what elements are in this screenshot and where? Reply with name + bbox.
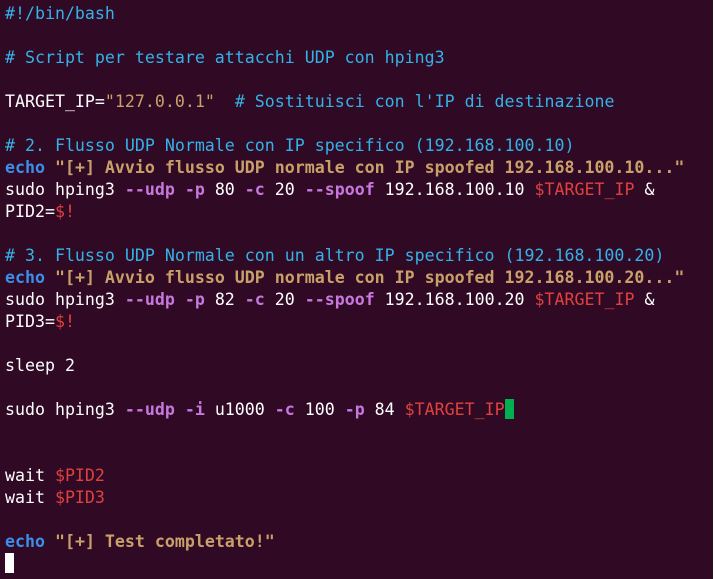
- text-cursor: [504, 399, 514, 419]
- code-token-plain: 84: [364, 400, 405, 419]
- code-token-plain: PID2: [5, 202, 45, 221]
- code-token-var: $TARGET_IP: [534, 180, 635, 199]
- code-token-comment: #!/bin/bash: [5, 4, 115, 23]
- code-line[interactable]: sudo hping3 --udp -p 80 -c 20 --spoof 19…: [5, 179, 684, 201]
- code-line[interactable]: [5, 509, 684, 531]
- code-token-plain: 100: [294, 400, 345, 419]
- code-token-option: -i: [184, 400, 205, 419]
- code-token-option: -p: [184, 290, 205, 309]
- code-token-keyword: echo: [5, 268, 45, 287]
- code-line[interactable]: sleep 2: [5, 355, 684, 377]
- code-token-option: -p: [184, 180, 205, 199]
- code-token-plain: 82: [204, 290, 245, 309]
- code-lines: #!/bin/bash # Script per testare attacchi…: [5, 3, 684, 575]
- code-line[interactable]: PID3=$!: [5, 311, 684, 333]
- code-token-option: --udp: [124, 290, 175, 309]
- code-line[interactable]: echo "[+] Test completato!": [5, 531, 684, 553]
- code-line[interactable]: wait $PID3: [5, 487, 684, 509]
- code-line[interactable]: wait $PID2: [5, 465, 684, 487]
- code-token-string: "127.0.0.1": [104, 92, 215, 111]
- code-token-plain: 80: [204, 180, 245, 199]
- code-token-option: -p: [344, 400, 365, 419]
- code-token-plain: sudo hping3: [5, 290, 125, 309]
- code-token-keyword: echo: [5, 158, 45, 177]
- code-token-option: --spoof: [304, 290, 375, 309]
- code-token-option: --udp: [124, 400, 175, 419]
- code-token-option: --udp: [124, 180, 175, 199]
- code-token-plain: =: [44, 202, 55, 221]
- code-line[interactable]: [5, 113, 684, 135]
- code-token-plain: TARGET_IP: [5, 92, 95, 111]
- code-line[interactable]: [5, 25, 684, 47]
- code-token-var: $TARGET_IP: [534, 290, 635, 309]
- code-line[interactable]: [5, 333, 684, 355]
- code-token-comment: # 3. Flusso UDP Normale con un altro IP …: [5, 246, 665, 265]
- code-token-plain: sudo hping3: [5, 180, 125, 199]
- code-line[interactable]: # Script per testare attacchi UDP con hp…: [5, 47, 684, 69]
- code-token-option: -c: [274, 400, 295, 419]
- code-token-comment: # Script per testare attacchi UDP con hp…: [5, 48, 445, 67]
- code-token-var: $!: [54, 312, 75, 331]
- code-token-option: --spoof: [304, 180, 375, 199]
- code-token-comment: # 2. Flusso UDP Normale con IP specifico…: [5, 136, 575, 155]
- code-token-var: $TARGET_I: [404, 400, 495, 419]
- code-line[interactable]: # 3. Flusso UDP Normale con un altro IP …: [5, 245, 684, 267]
- code-token-plain: 192.168.100.10: [374, 180, 535, 199]
- code-line[interactable]: TARGET_IP="127.0.0.1" # Sostituisci con …: [5, 91, 684, 113]
- code-line[interactable]: echo "[+] Avvio flusso UDP normale con I…: [5, 157, 684, 179]
- code-line[interactable]: # 2. Flusso UDP Normale con IP specifico…: [5, 135, 684, 157]
- code-line[interactable]: echo "[+] Avvio flusso UDP normale con I…: [5, 267, 684, 289]
- code-token-var: P: [494, 400, 505, 419]
- code-token-plain: sudo hping3: [5, 400, 125, 419]
- text-cursor: [5, 553, 14, 573]
- code-token-plain: PID3: [5, 312, 45, 331]
- code-token-plain: u1000: [204, 400, 275, 419]
- code-token-comment: # Sostituisci con l'IP di destinazione: [234, 92, 615, 111]
- code-line[interactable]: [5, 443, 684, 465]
- code-token-plain: sleep 2: [5, 356, 75, 375]
- code-token-plain: wait: [5, 466, 55, 485]
- code-token-operator: &: [644, 290, 655, 309]
- code-token-plain: 192.168.100.20: [374, 290, 535, 309]
- code-line[interactable]: PID2=$!: [5, 201, 684, 223]
- code-token-plain: 20: [264, 290, 305, 309]
- code-line[interactable]: sudo hping3 --udp -p 82 -c 20 --spoof 19…: [5, 289, 684, 311]
- code-token-plain: =: [44, 312, 55, 331]
- code-token-stringb: "[+] Avvio flusso UDP normale con IP spo…: [54, 268, 685, 287]
- terminal-editor[interactable]: #!/bin/bash # Script per testare attacchi…: [0, 0, 713, 579]
- code-token-var: $PID2: [54, 466, 105, 485]
- code-line[interactable]: [5, 421, 684, 443]
- code-token-option: -c: [244, 290, 265, 309]
- code-token-var: $PID3: [54, 488, 105, 507]
- code-line[interactable]: [5, 553, 684, 575]
- code-token-operator: &: [644, 180, 655, 199]
- code-line[interactable]: [5, 223, 684, 245]
- code-token-plain: 20: [264, 180, 305, 199]
- code-line[interactable]: [5, 69, 684, 91]
- code-line[interactable]: sudo hping3 --udp -i u1000 -c 100 -p 84 …: [5, 399, 684, 421]
- code-line[interactable]: #!/bin/bash: [5, 3, 684, 25]
- code-line[interactable]: [5, 377, 684, 399]
- code-token-stringb: "[+] Avvio flusso UDP normale con IP spo…: [54, 158, 685, 177]
- code-token-keyword: echo: [5, 532, 45, 551]
- code-token-stringb: "[+] Test completato!": [54, 532, 275, 551]
- code-token-option: -c: [244, 180, 265, 199]
- code-token-plain: =: [94, 92, 105, 111]
- code-token-var: $!: [54, 202, 75, 221]
- code-token-plain: wait: [5, 488, 55, 507]
